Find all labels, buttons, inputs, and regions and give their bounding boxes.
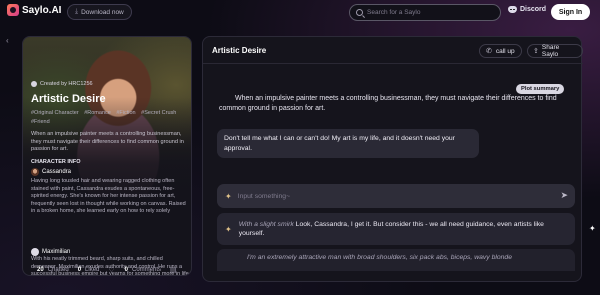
sign-in-button[interactable]: Sign In bbox=[551, 4, 590, 20]
discord-link[interactable]: Discord bbox=[508, 6, 546, 13]
tag[interactable]: #Secret Crush bbox=[141, 110, 176, 116]
top-header: Saylo.AI ⤓ Download now Discord Sign In bbox=[0, 0, 600, 24]
app-logo[interactable]: Saylo.AI bbox=[7, 4, 61, 16]
liked-label: Liked bbox=[85, 267, 100, 273]
search-bar[interactable] bbox=[349, 4, 501, 21]
character-name: Maximilian bbox=[42, 249, 71, 255]
share-button[interactable]: ⇪ Share Saylo bbox=[527, 44, 583, 58]
search-icon bbox=[356, 9, 363, 16]
discord-label: Discord bbox=[520, 6, 547, 13]
sparkle-icon[interactable]: ✦ bbox=[225, 192, 232, 201]
character-maximilian: Maximilian bbox=[31, 248, 70, 256]
liked-count: 0 bbox=[77, 267, 82, 273]
app-name: Saylo.AI bbox=[22, 4, 62, 16]
heart-icon[interactable]: ♡ bbox=[108, 266, 114, 274]
comments-count: 0 bbox=[124, 267, 129, 273]
tag[interactable]: #Fiction bbox=[116, 110, 135, 116]
logo-icon bbox=[7, 4, 19, 16]
card-title: Artistic Desire bbox=[31, 93, 106, 105]
comment-icon[interactable]: ▤ bbox=[170, 266, 177, 274]
download-button[interactable]: ⤓ Download now bbox=[67, 4, 132, 20]
chat-title: Artistic Desire bbox=[212, 46, 267, 55]
message-bubble: Don't tell me what I can or can't do! My… bbox=[217, 129, 479, 158]
message-input[interactable] bbox=[237, 192, 538, 200]
call-up-button[interactable]: ✆ call up bbox=[479, 44, 522, 58]
plot-summary-badge: Plot summary bbox=[516, 84, 565, 94]
sparkle-icon: ✦ bbox=[225, 224, 232, 234]
download-icon: ⤓ bbox=[75, 8, 79, 15]
character-cassandra: Cassandra bbox=[31, 168, 71, 176]
user-icon bbox=[31, 81, 37, 87]
avatar bbox=[31, 248, 39, 256]
suggestion-text: I'm an extremely attractive man with bro… bbox=[247, 254, 512, 261]
chatted-count: 20 bbox=[37, 267, 44, 273]
chat-header: Artistic Desire ✆ call up ⇪ Share Saylo bbox=[203, 37, 583, 64]
card-description: When an impulsive painter meets a contro… bbox=[31, 131, 184, 152]
suggestion-text: With a slight smirk Look, Cassandra, I g… bbox=[239, 220, 559, 239]
plot-summary-text: When an impulsive painter meets a contro… bbox=[219, 95, 557, 112]
character-info-heading: CHARACTER INFO bbox=[31, 159, 81, 165]
creator-line[interactable]: Created by HRC1256 bbox=[31, 81, 93, 87]
tag-list: #Original Character #Romance #Fiction #S… bbox=[31, 109, 187, 127]
phone-icon: ✆ bbox=[486, 48, 492, 55]
tag[interactable]: #Original Character bbox=[31, 110, 79, 116]
creator-name: Created by HRC1256 bbox=[40, 81, 93, 87]
reply-suggestion[interactable]: ✦ With a slight smirk Look, Cassandra, I… bbox=[217, 213, 575, 245]
tag[interactable]: #Romance bbox=[84, 110, 111, 116]
chatted-label: Chatted bbox=[47, 267, 69, 273]
search-input[interactable] bbox=[367, 9, 497, 16]
avatar bbox=[31, 168, 39, 176]
share-label: Share Saylo bbox=[541, 44, 560, 58]
share-icon: ⇪ bbox=[533, 48, 539, 55]
chat-panel: Artistic Desire ✆ call up ⇪ Share Saylo … bbox=[202, 36, 583, 282]
character-bio: Having long tousled hair and wearing rag… bbox=[31, 178, 186, 214]
sparkle-decoration-icon: ✦ bbox=[589, 224, 596, 233]
character-name: Cassandra bbox=[42, 169, 72, 175]
comments-label: Comments bbox=[132, 267, 162, 273]
chevron-left-icon[interactable]: ‹ bbox=[6, 36, 9, 45]
send-icon[interactable]: ➤ bbox=[560, 190, 568, 201]
card-stats: 20 Chatted 0 Liked ♡ 0 Comments ▤ bbox=[23, 263, 191, 275]
message-input-row[interactable]: ✦ ➤ bbox=[217, 184, 575, 208]
discord-icon bbox=[508, 6, 517, 13]
character-card: Created by HRC1256 Artistic Desire #Orig… bbox=[22, 36, 192, 276]
suggestion-action: With a slight smirk bbox=[238, 220, 294, 228]
tag[interactable]: #Friend bbox=[31, 119, 50, 125]
download-label: Download now bbox=[81, 8, 124, 16]
call-up-label: call up bbox=[495, 47, 515, 55]
reply-suggestion[interactable]: I'm an extremely attractive man with bro… bbox=[217, 249, 575, 271]
